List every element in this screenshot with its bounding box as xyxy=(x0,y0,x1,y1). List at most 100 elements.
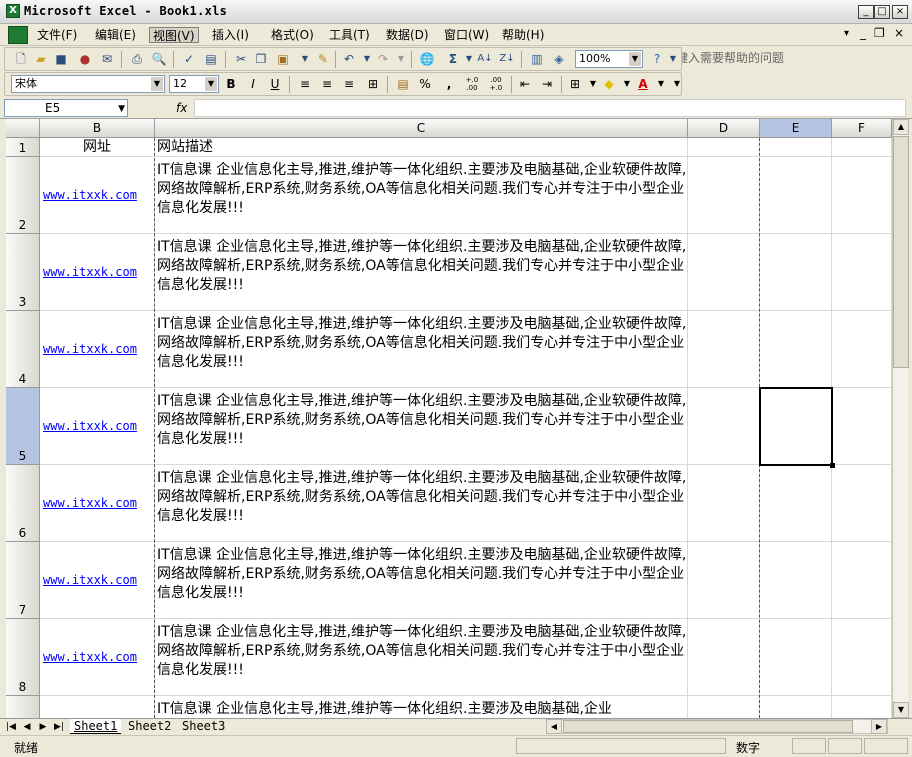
row-header[interactable]: 2 xyxy=(6,157,40,234)
table-cell[interactable] xyxy=(760,619,832,696)
prev-sheet-icon[interactable]: ◀ xyxy=(20,720,34,734)
hyperlink-icon[interactable]: 🌐 xyxy=(419,51,435,67)
vertical-scroll-thumb[interactable] xyxy=(893,136,909,368)
table-cell[interactable] xyxy=(760,542,832,619)
website-link[interactable]: www.itxxk.com xyxy=(43,265,137,279)
underline-button[interactable]: U xyxy=(267,76,283,92)
permission-icon[interactable]: ● xyxy=(77,51,93,67)
horizontal-scroll-thumb[interactable] xyxy=(563,720,853,733)
table-cell[interactable]: IT信息课 企业信息化主导,推进,维护等一体化组织.主要涉及电脑基础,企业 xyxy=(155,696,688,718)
align-left-icon[interactable]: ≡ xyxy=(297,76,313,92)
table-cell[interactable] xyxy=(688,311,760,388)
column-header-f[interactable]: F xyxy=(832,119,892,138)
save-icon[interactable]: ■ xyxy=(53,51,69,67)
zoom-select[interactable]: 100% ▼ xyxy=(575,50,643,68)
excel-app-icon[interactable]: X xyxy=(6,4,20,18)
fill-handle[interactable] xyxy=(830,463,835,468)
maximize-icon[interactable]: □ xyxy=(874,5,890,19)
column-header-e[interactable]: E xyxy=(760,119,832,138)
paste-icon[interactable]: ▣ xyxy=(275,51,291,67)
formula-input[interactable] xyxy=(194,99,906,117)
help-icon[interactable]: ? xyxy=(649,51,665,67)
table-cell[interactable]: www.itxxk.com xyxy=(40,234,155,311)
doc-close-icon[interactable]: × xyxy=(894,26,904,40)
table-cell[interactable] xyxy=(832,619,892,696)
website-link[interactable]: www.itxxk.com xyxy=(43,496,137,510)
scroll-right-icon[interactable]: ▶ xyxy=(871,719,887,734)
menu-file[interactable]: 文件(F) xyxy=(34,27,80,43)
undo-dropdown-icon[interactable]: ▼ xyxy=(359,51,375,67)
help-dropdown-icon[interactable]: ▾ xyxy=(844,28,849,39)
decrease-indent-icon[interactable]: ⇤ xyxy=(517,76,533,92)
table-cell[interactable] xyxy=(832,157,892,234)
menu-format[interactable]: 格式(O) xyxy=(268,27,317,43)
table-cell[interactable] xyxy=(760,157,832,234)
table-cell[interactable] xyxy=(688,138,760,157)
borders-icon[interactable]: ⊞ xyxy=(567,76,583,92)
website-link[interactable]: www.itxxk.com xyxy=(43,188,137,202)
table-cell[interactable] xyxy=(832,138,892,157)
table-cell[interactable] xyxy=(832,465,892,542)
table-cell[interactable]: IT信息课 企业信息化主导,推进,维护等一体化组织.主要涉及电脑基础,企业软硬件… xyxy=(155,465,688,542)
percent-button[interactable]: % xyxy=(417,76,433,92)
italic-button[interactable]: I xyxy=(245,76,261,92)
menu-view[interactable]: 视图(V) xyxy=(149,27,199,43)
increase-indent-icon[interactable]: ⇥ xyxy=(539,76,555,92)
email-icon[interactable]: ✉ xyxy=(99,51,115,67)
decrease-decimal-button[interactable]: .00 +.0 xyxy=(485,76,507,92)
menu-edit[interactable]: 编辑(E) xyxy=(92,27,139,43)
website-link[interactable]: www.itxxk.com xyxy=(43,342,137,356)
redo-dropdown-icon[interactable]: ▼ xyxy=(393,51,409,67)
table-cell[interactable]: www.itxxk.com xyxy=(40,465,155,542)
sheet-tab-sheet2[interactable]: Sheet2 xyxy=(124,719,175,734)
row-header[interactable]: 7 xyxy=(6,542,40,619)
table-cell[interactable] xyxy=(688,234,760,311)
toolbar-options-icon[interactable]: ▼ xyxy=(665,51,681,67)
align-center-icon[interactable]: ≡ xyxy=(319,76,335,92)
borders-dropdown-icon[interactable]: ▼ xyxy=(585,76,601,92)
scroll-up-icon[interactable]: ▲ xyxy=(893,119,909,135)
row-header[interactable]: 4 xyxy=(6,311,40,388)
select-all-corner[interactable] xyxy=(6,119,40,138)
research-icon[interactable]: ▤ xyxy=(203,51,219,67)
table-cell[interactable] xyxy=(832,388,892,465)
table-cell[interactable] xyxy=(760,696,832,718)
table-cell[interactable]: www.itxxk.com xyxy=(40,388,155,465)
table-cell[interactable]: www.itxxk.com xyxy=(40,157,155,234)
align-right-icon[interactable]: ≡ xyxy=(341,76,357,92)
table-cell[interactable] xyxy=(832,696,892,718)
fill-color-icon[interactable]: ◆ xyxy=(601,76,617,92)
table-cell[interactable] xyxy=(688,619,760,696)
table-cell[interactable] xyxy=(688,465,760,542)
comma-style-button[interactable]: , xyxy=(441,76,457,92)
font-name-select[interactable]: 宋体 ▼ xyxy=(11,75,165,93)
active-cell-cursor[interactable] xyxy=(759,387,835,468)
sheet-tab-sheet1[interactable]: Sheet1 xyxy=(70,719,122,734)
website-link[interactable]: www.itxxk.com xyxy=(43,650,137,664)
currency-icon[interactable]: ▤ xyxy=(395,76,411,92)
insert-function-icon[interactable]: fx xyxy=(176,99,187,117)
spreadsheet-grid[interactable]: B C D E F 1 网址 网站描述 2 www.itxxk.com IT信息… xyxy=(6,119,892,718)
font-name-dropdown-icon[interactable]: ▼ xyxy=(151,77,163,91)
zoom-dropdown-icon[interactable]: ▼ xyxy=(629,52,641,66)
column-header-b[interactable]: B xyxy=(40,119,155,138)
table-cell[interactable] xyxy=(760,311,832,388)
table-cell[interactable] xyxy=(40,696,155,718)
font-size-dropdown-icon[interactable]: ▼ xyxy=(205,77,217,91)
menu-insert[interactable]: 插入(I) xyxy=(209,27,252,43)
table-cell[interactable] xyxy=(832,234,892,311)
increase-decimal-button[interactable]: +.0 .00 xyxy=(461,76,483,92)
table-cell[interactable] xyxy=(688,696,760,718)
table-cell[interactable] xyxy=(832,311,892,388)
print-preview-icon[interactable]: 🔍 xyxy=(151,51,167,67)
cut-icon[interactable]: ✂ xyxy=(233,51,249,67)
row-header[interactable]: 6 xyxy=(6,465,40,542)
table-cell[interactable]: IT信息课 企业信息化主导,推进,维护等一体化组织.主要涉及电脑基础,企业软硬件… xyxy=(155,542,688,619)
document-icon[interactable] xyxy=(8,26,28,44)
undo-icon[interactable]: ↶ xyxy=(341,51,357,67)
table-cell[interactable]: IT信息课 企业信息化主导,推进,维护等一体化组织.主要涉及电脑基础,企业软硬件… xyxy=(155,311,688,388)
autosum-dropdown-icon[interactable]: ▼ xyxy=(461,51,477,67)
redo-icon[interactable]: ↷ xyxy=(375,51,391,67)
minimize-icon[interactable]: _ xyxy=(858,5,874,19)
row-header[interactable]: 3 xyxy=(6,234,40,311)
